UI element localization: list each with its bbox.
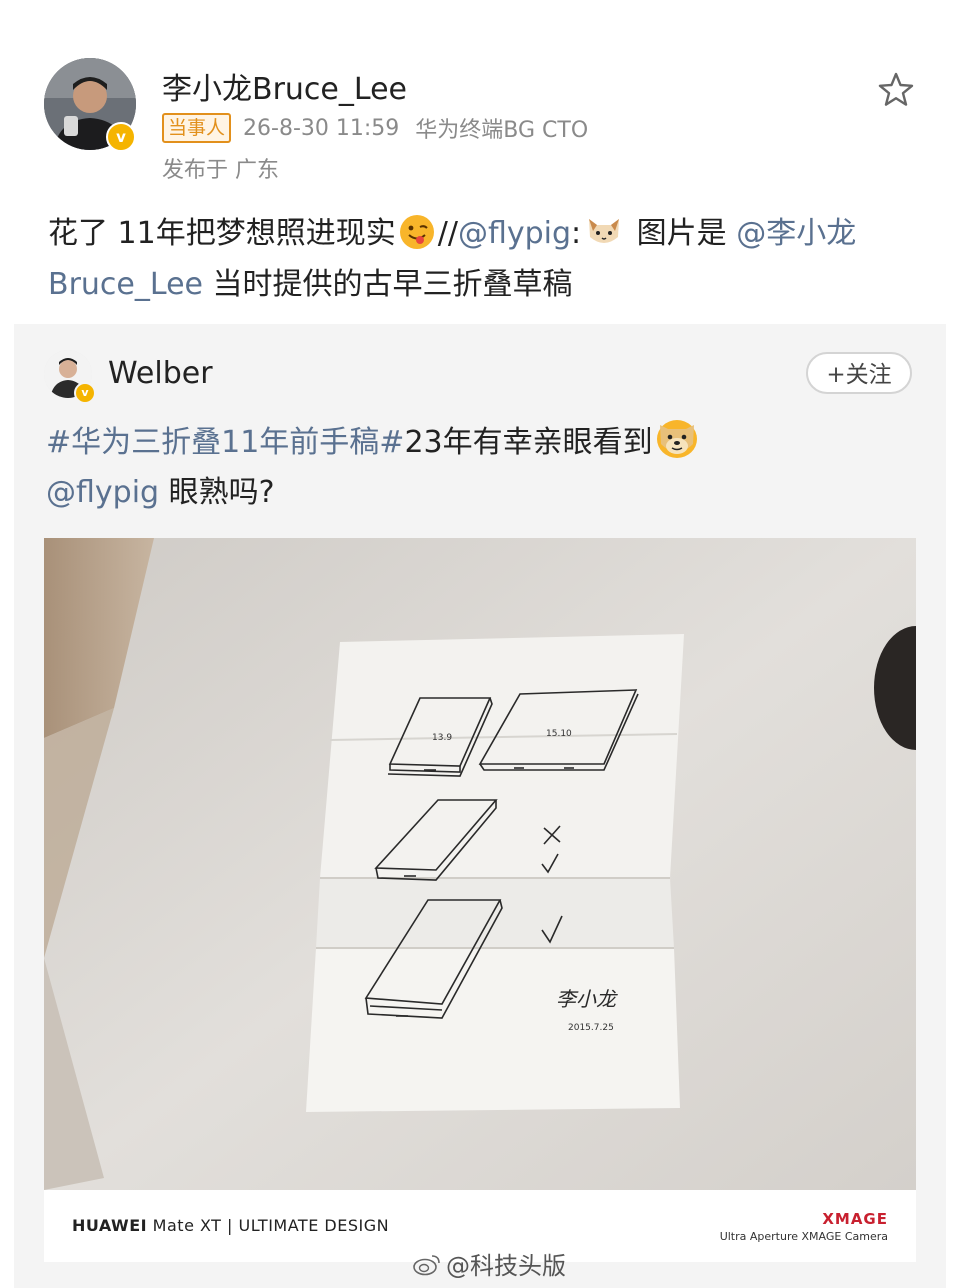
post-time: 26-8-30 11:59 [243, 115, 400, 141]
sketch-signature: 李小龙 [556, 987, 618, 1011]
mention-flypig[interactable]: @flypig [458, 216, 571, 251]
doge-emoji-icon [656, 420, 697, 458]
tongue-face-emoji-icon [399, 215, 434, 249]
weibo-logo-icon [413, 1254, 440, 1275]
author-name[interactable]: 李小龙Bruce_Lee [162, 64, 407, 108]
device-model: Mate XT | ULTIMATE DESIGN [147, 1216, 390, 1235]
cat-face-emoji-icon [585, 214, 623, 248]
post-body: 花了 11年把梦想照进现实 //@flypig: 图片是 @李小龙 Bruce_Le… [48, 208, 928, 310]
sketch-label-1: 13.9 [432, 733, 452, 743]
verified-badge-icon: v [106, 122, 136, 152]
repost-username[interactable]: Welber [108, 356, 213, 391]
watermark-text: @科技头版 [446, 1252, 566, 1280]
camera-label: Ultra Aperture XMAGE Camera [719, 1230, 888, 1243]
author-title: 华为终端BG CTO [415, 118, 589, 143]
party-tag: 当事人 [162, 113, 232, 143]
post-text-segment: 当时提供的古早三折叠草稿 [202, 267, 573, 302]
repost-text-segment: 23年有幸亲眼看到 [404, 425, 653, 460]
hashtag-link[interactable]: #华为三折叠11年前手稿# [46, 425, 404, 460]
sketch-label-2: 15.10 [546, 729, 572, 739]
post-text-segment: 花了 11年把梦想照进现实 [48, 216, 396, 251]
post-text-segment: 图片是 [627, 216, 737, 251]
post-location: 发布于 广东 [162, 158, 279, 183]
repost-body: #华为三折叠11年前手稿#23年有幸亲眼看到 @flypig 眼熟吗? [46, 418, 926, 518]
colon: : [571, 216, 582, 251]
sketch-photo[interactable]: 13.9 15.10 李小龙 2015.7.25 [44, 538, 916, 1190]
brand-name: HUAWEI [72, 1216, 148, 1235]
watermark: @科技头版 [412, 1246, 566, 1281]
follow-button[interactable]: +关注 [806, 352, 912, 394]
repost-text-segment: 眼熟吗? [159, 475, 275, 510]
mention-lee-line1: @李小龙 [736, 216, 857, 251]
repost-separator: // [437, 216, 458, 251]
sketch-date: 2015.7.25 [568, 1023, 614, 1033]
camera-brand-line: HUAWEI Mate XT | ULTIMATE DESIGN [72, 1216, 389, 1235]
xmage-logo: XMAGE [822, 1210, 888, 1228]
repost-verified-badge-icon: v [74, 382, 96, 404]
favorite-star-icon[interactable] [876, 70, 916, 110]
mention-lee-line2: Bruce_Lee [48, 267, 203, 302]
repost-mention-flypig[interactable]: @flypig [46, 475, 159, 510]
post-meta: 当事人 26-8-30 11:59 华为终端BG CTO [162, 112, 604, 144]
